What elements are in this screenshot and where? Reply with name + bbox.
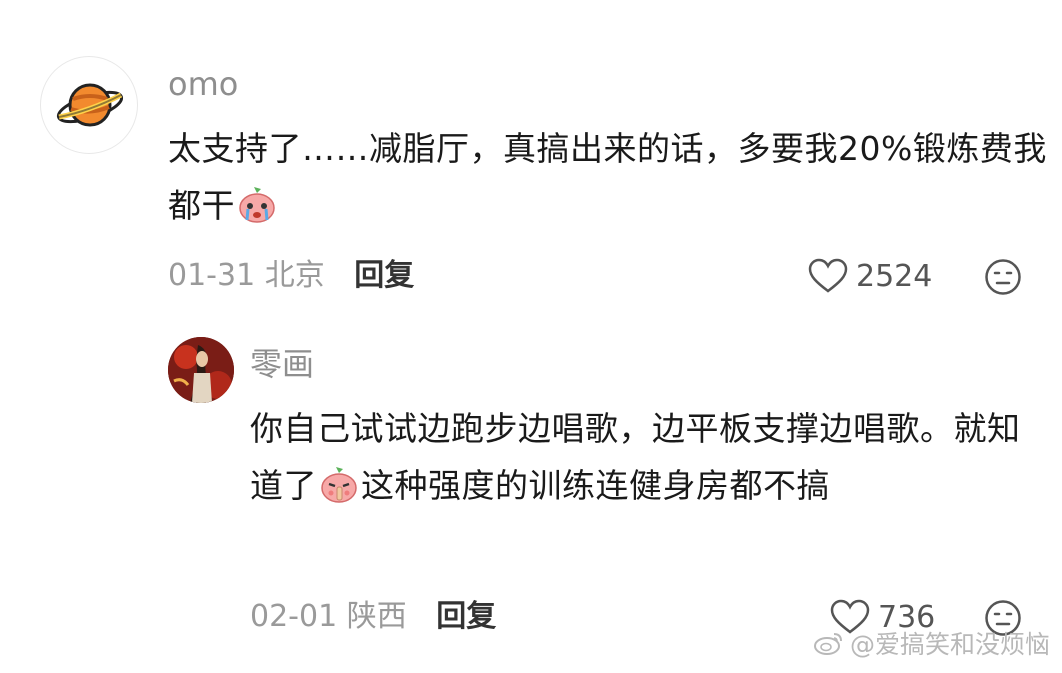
like-count: 2524 [856, 258, 933, 294]
heart-icon [808, 258, 848, 293]
comment-text: 太支持了……减脂厅，真搞出来的话，多要我20%锻炼费我都干 [168, 120, 1048, 234]
reply-meta: 02-01 陕西 回复 [250, 597, 496, 637]
shush-peach-emoji [321, 467, 357, 503]
avatar[interactable] [40, 56, 138, 154]
reply-reply-button[interactable]: 回复 [436, 599, 496, 634]
comment-location: 北京 [264, 258, 325, 293]
weibo-logo-icon [813, 633, 842, 655]
reply-text-body-2: 这种强度的训练连健身房都不搞 [361, 466, 830, 505]
comment-username[interactable]: omo [168, 62, 238, 106]
reply-username[interactable]: 零画 [250, 342, 314, 386]
comment-text-body: 太支持了……减脂厅，真搞出来的话，多要我20%锻炼费我都干 [168, 129, 1047, 225]
face-icon[interactable] [984, 258, 1022, 296]
watermark-text: @爱搞笑和没烦恼 [849, 630, 1050, 659]
comment-date: 01-31 [168, 258, 256, 293]
reply-text: 你自己试试边跑步边唱歌，边平板支撑边唱歌。就知道了 这种强度的训练连健身房都不搞 [250, 400, 1040, 514]
planet-icon [56, 83, 124, 127]
crying-peach-emoji [239, 187, 275, 223]
watermark: @爱搞笑和没烦恼 [813, 625, 1050, 661]
portrait-icon [168, 337, 234, 403]
reply-avatar[interactable] [168, 337, 234, 403]
reply-button[interactable]: 回复 [354, 258, 414, 293]
like-button[interactable]: 2524 [808, 256, 932, 296]
reply-date: 02-01 [250, 599, 338, 634]
comment-meta: 01-31 北京 回复 [168, 256, 414, 296]
reply-location: 陕西 [346, 599, 407, 634]
